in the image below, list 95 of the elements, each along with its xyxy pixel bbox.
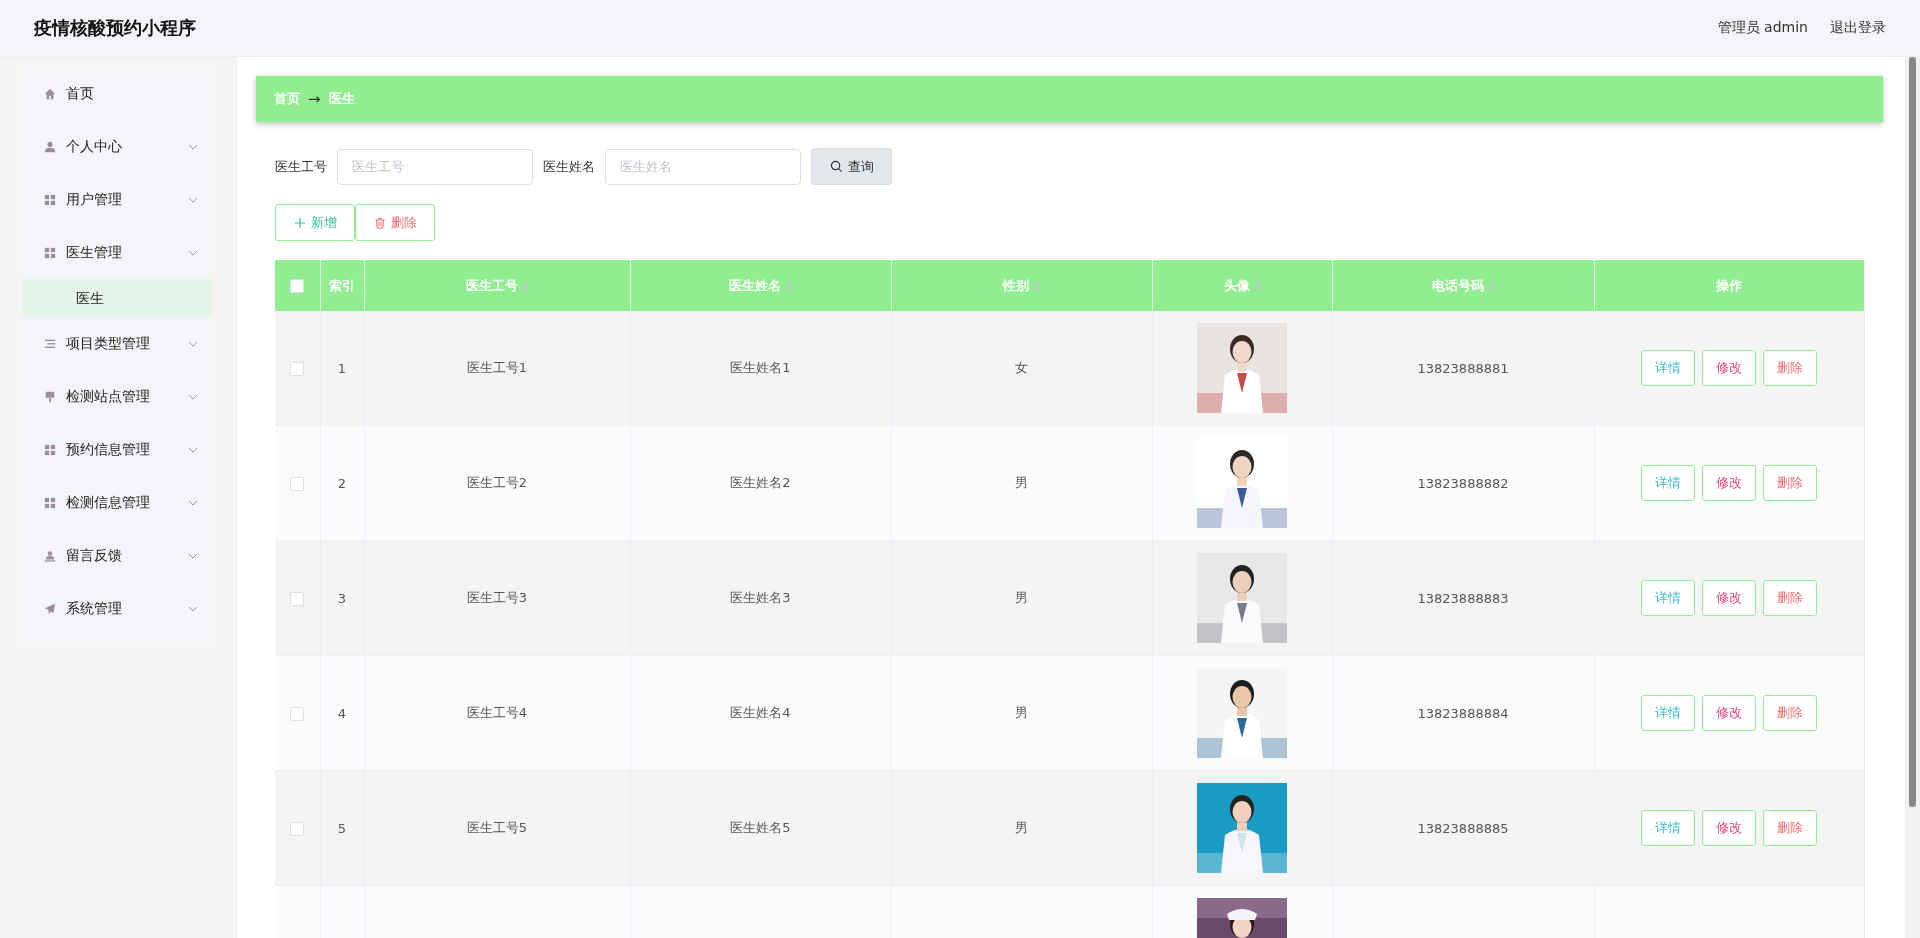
menu-item[interactable]: 预约信息管理	[22, 423, 212, 476]
trash-icon	[373, 216, 386, 229]
table-cell: 男	[1015, 475, 1028, 490]
sort-icon	[1034, 281, 1040, 291]
table-cell: 医生工号1	[466, 360, 528, 375]
chevron-down-icon	[188, 196, 198, 203]
menu-item[interactable]: 系统管理	[22, 582, 212, 635]
select-all-checkbox[interactable]	[290, 279, 305, 294]
delete-button[interactable]: 删除	[1763, 695, 1818, 731]
chevron-down-icon	[188, 499, 198, 506]
edit-button[interactable]: 修改	[1702, 695, 1757, 731]
table-cell: 13823888883	[1417, 590, 1509, 606]
logout-link[interactable]: 退出登录	[1830, 19, 1886, 37]
menu-item[interactable]: 首页	[22, 67, 212, 120]
add-button[interactable]: 新增	[275, 204, 355, 241]
delete-button[interactable]: 删除	[1763, 465, 1818, 501]
table-cell: 男	[1015, 820, 1028, 835]
table-cell: 医生姓名5	[730, 820, 791, 835]
table-cell: 医生姓名1	[730, 360, 791, 375]
chevron-down-icon	[188, 249, 198, 256]
delete-button[interactable]: 删除	[1763, 350, 1818, 386]
table-cell: 4	[337, 705, 347, 721]
menu-item[interactable]: 个人中心	[22, 120, 212, 173]
submenu-item[interactable]: 医生	[22, 279, 212, 317]
row-checkbox[interactable]	[290, 476, 305, 491]
person-icon	[44, 549, 56, 562]
grid-icon	[44, 193, 56, 206]
breadcrumb-separator: →	[308, 90, 321, 108]
delete-button[interactable]: 删除	[1763, 580, 1818, 616]
details-button[interactable]: 详情	[1641, 810, 1696, 846]
table-cell: 男	[1015, 590, 1028, 605]
table-cell: 13823888882	[1417, 475, 1509, 491]
chevron-down-icon	[188, 552, 198, 559]
sort-icon	[786, 281, 792, 291]
paper-plane-icon	[44, 602, 56, 615]
row-checkbox[interactable]	[290, 821, 305, 836]
list-icon	[44, 337, 56, 350]
table-cell: 医生姓名2	[730, 475, 791, 490]
marker-icon	[44, 390, 56, 403]
admin-label: 管理员 admin	[1717, 19, 1808, 37]
home-icon	[44, 87, 56, 100]
edit-button[interactable]: 修改	[1702, 580, 1757, 616]
details-button[interactable]: 详情	[1641, 695, 1696, 731]
search-icon	[829, 160, 843, 173]
app-title: 疫情核酸预约小程序	[34, 16, 196, 40]
sort-icon	[522, 281, 529, 291]
delete-button[interactable]: 删除	[1763, 810, 1818, 846]
search-button[interactable]: 查询	[811, 148, 892, 185]
edit-button[interactable]: 修改	[1702, 465, 1757, 501]
table-cell: 2	[337, 475, 347, 491]
table-cell: 3	[337, 590, 347, 606]
menu-item[interactable]: 医生管理	[22, 226, 212, 279]
field-label: 医生姓名	[543, 157, 595, 176]
chevron-down-icon	[188, 605, 198, 612]
table-cell: 医生姓名3	[730, 590, 791, 605]
menu-item[interactable]: 项目类型管理	[22, 317, 212, 370]
sort-icon	[1254, 281, 1261, 291]
chevron-down-icon	[188, 393, 198, 400]
table-cell: 男	[1015, 705, 1028, 720]
grid-icon	[44, 443, 56, 456]
table-cell: 医生工号3	[466, 590, 528, 605]
menu-item[interactable]: 检测信息管理	[22, 476, 212, 529]
chevron-down-icon	[188, 340, 198, 347]
person-icon	[44, 140, 56, 153]
table-cell: 女	[1015, 360, 1028, 375]
search-field[interactable]: 医生工号	[337, 148, 533, 185]
grid-icon	[44, 246, 56, 259]
menu-item[interactable]: 用户管理	[22, 173, 212, 226]
chevron-down-icon	[188, 446, 198, 453]
row-checkbox[interactable]	[290, 591, 305, 606]
sort-icon	[1488, 281, 1495, 291]
details-button[interactable]: 详情	[1641, 350, 1696, 386]
delete-button[interactable]: 删除	[355, 204, 435, 241]
table-cell: 医生工号2	[466, 475, 528, 490]
table-cell: 医生姓名4	[730, 705, 791, 720]
table-cell: 医生工号4	[466, 705, 528, 720]
table-cell: 13823888881	[1417, 360, 1509, 376]
field-label: 医生工号	[275, 157, 327, 176]
table-cell: 医生工号5	[466, 820, 528, 835]
table-cell: 1	[337, 360, 347, 376]
grid-icon	[44, 496, 56, 509]
edit-button[interactable]: 修改	[1702, 810, 1757, 846]
edit-button[interactable]: 修改	[1702, 350, 1757, 386]
plus-icon	[293, 216, 306, 229]
details-button[interactable]: 详情	[1641, 465, 1696, 501]
search-field[interactable]: 医生姓名	[605, 148, 801, 185]
table-cell: 13823888885	[1417, 820, 1509, 836]
row-checkbox[interactable]	[290, 706, 305, 721]
details-button[interactable]: 详情	[1641, 580, 1696, 616]
table-cell: 5	[337, 820, 347, 836]
menu-item[interactable]: 检测站点管理	[22, 370, 212, 423]
chevron-down-icon	[188, 143, 198, 150]
row-checkbox[interactable]	[290, 361, 305, 376]
table-cell: 13823888884	[1417, 705, 1509, 721]
menu-item[interactable]: 留言反馈	[22, 529, 212, 582]
